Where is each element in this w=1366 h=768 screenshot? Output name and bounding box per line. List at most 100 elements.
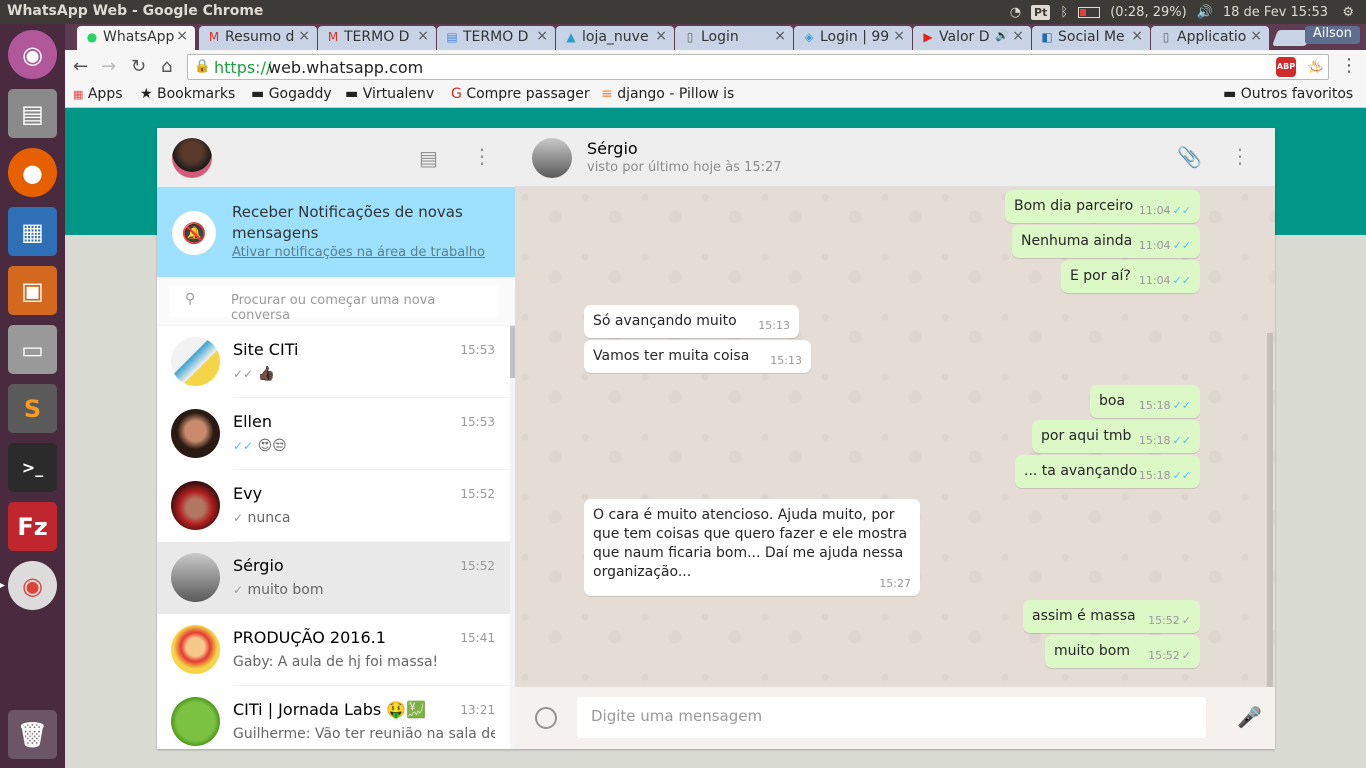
message-incoming[interactable]: Vamos ter muita coisa 15:13 <box>584 340 811 373</box>
close-icon[interactable]: × <box>655 28 667 44</box>
conversation-header[interactable]: Sérgio visto por último hoje às 15:27 📎 … <box>515 128 1275 187</box>
back-icon[interactable]: ← <box>73 56 88 77</box>
bookmark-apps[interactable]: ▦ Apps <box>73 86 123 102</box>
gear-icon[interactable]: ⚙ <box>1342 5 1354 20</box>
tab-docs[interactable]: ▤ TERMO D × <box>437 26 555 50</box>
forward-icon[interactable]: → <box>101 56 116 77</box>
home-icon[interactable]: ⌂ <box>161 56 172 77</box>
emoji-icon[interactable] <box>535 707 557 729</box>
message-outgoing[interactable]: boa 15:18 ✓✓ <box>1090 385 1200 418</box>
tab-gmail[interactable]: M Resumo d × <box>199 26 317 50</box>
chat-item[interactable]: Evy 15:52 ✓ nunca <box>157 470 510 542</box>
tab-image[interactable]: ▲ loja_nuve × <box>556 26 674 50</box>
tab-label: Applicatio <box>1177 29 1247 45</box>
bookmark-django-pillow[interactable]: ≡ django - Pillow is <box>601 86 734 102</box>
read-ticks-icon: ✓✓ <box>1172 204 1191 217</box>
firefox-icon[interactable]: ● <box>8 148 57 197</box>
tab-whatsapp[interactable]: ● WhatsApp × <box>77 26 195 50</box>
chat-item-selected[interactable]: Sérgio 15:52 ✓ muito bom <box>157 542 510 614</box>
battery-icon[interactable] <box>1078 6 1101 18</box>
message-incoming[interactable]: Só avançando muito 15:13 <box>584 305 799 338</box>
url-host: web.whatsapp.com <box>268 58 424 77</box>
whatsapp-icon: ● <box>86 30 98 44</box>
search-input[interactable]: ⚲ Procurar ou começar uma nova conversa <box>169 285 498 323</box>
search-icon: ⚲ <box>185 291 196 307</box>
enable-notifications-link[interactable]: Ativar notificações na área de trabalho <box>232 245 485 260</box>
close-icon[interactable]: × <box>536 28 548 44</box>
trash-icon[interactable]: 🗑 <box>8 710 57 759</box>
extension-fire-icon[interactable]: ♨ <box>1309 56 1324 76</box>
message-meta: 15:18 ✓✓ <box>1139 466 1191 485</box>
tab-login[interactable]: ▯ Login × <box>675 26 793 50</box>
close-icon[interactable]: × <box>1012 28 1024 44</box>
terminal-icon[interactable]: >_ <box>8 443 57 492</box>
tab-gmail[interactable]: M TERMO D × <box>318 26 436 50</box>
menu-icon[interactable]: ⋮ <box>1230 144 1250 168</box>
message-incoming[interactable]: O cara é muito atencioso. Ajuda muito, p… <box>584 499 920 596</box>
message-list-scrollbar[interactable] <box>1267 333 1273 687</box>
bluetooth-icon[interactable]: ᛒ <box>1060 5 1068 20</box>
adblock-icon[interactable]: ABP <box>1276 57 1296 77</box>
browser-toolbar: ← → ↻ ⌂ 🔒 https:// web.whatsapp.com ☆ AB… <box>65 50 1366 84</box>
close-icon[interactable]: × <box>1131 28 1143 44</box>
bookmark-bookmarks[interactable]: ★ Bookmarks <box>140 86 235 102</box>
keyboard-layout-indicator[interactable]: Pt <box>1031 4 1051 20</box>
message-outgoing[interactable]: ... ta avançando 15:18 ✓✓ <box>1015 455 1200 488</box>
tab-label: TERMO D <box>463 29 529 45</box>
ubuntu-dash-icon[interactable]: ◉ <box>8 30 57 79</box>
chat-item[interactable]: Ellen 15:53 ✓✓ 😍😒 <box>157 398 510 470</box>
bookmark-label: django - Pillow is <box>617 86 735 102</box>
wifi-icon[interactable]: ◔ <box>1010 5 1021 20</box>
message-text: E por aí? <box>1070 268 1131 284</box>
files-icon[interactable]: ▤ <box>8 89 57 138</box>
bookmark-other[interactable]: ▬ Outros favoritos <box>1223 86 1353 102</box>
sublime-text-icon[interactable]: S <box>8 384 57 433</box>
microphone-icon[interactable]: 🎤 <box>1237 705 1262 729</box>
notification-banner[interactable]: 🔕 Receber Notificações de novas mensagen… <box>157 187 515 277</box>
message-time: 15:52 <box>1148 614 1180 627</box>
message-outgoing[interactable]: E por aí? 11:04 ✓✓ <box>1061 260 1200 293</box>
close-icon[interactable]: × <box>298 28 310 44</box>
attach-icon[interactable]: 📎 <box>1177 145 1202 169</box>
impress-icon[interactable]: ▣ <box>8 266 57 315</box>
chat-item[interactable]: Site CITi 15:53 ✓✓ 👍🏿 <box>157 326 510 398</box>
chat-item[interactable]: CITi | Jornada Labs 🤑💹 13:21 Guilherme: … <box>157 686 510 749</box>
message-outgoing[interactable]: por aqui tmb 15:18 ✓✓ <box>1032 420 1200 453</box>
bookmark-label: Gogaddy <box>268 86 332 102</box>
volume-icon[interactable]: 🔊 <box>1197 5 1213 20</box>
chrome-menu-icon[interactable]: ⋮ <box>1340 55 1358 76</box>
message-input[interactable]: Digite uma mensagem <box>577 697 1206 738</box>
address-bar[interactable]: 🔒 https:// web.whatsapp.com ☆ <box>187 54 1329 80</box>
bookmark-compre-passagem[interactable]: G Compre passager <box>451 86 590 102</box>
avatar[interactable] <box>532 138 572 178</box>
close-icon[interactable]: × <box>176 28 188 44</box>
disk-icon[interactable]: ▭ <box>8 325 57 374</box>
bookmark-virtualenv[interactable]: ▬ Virtualenv <box>345 86 434 102</box>
message-outgoing[interactable]: Bom dia parceiro 11:04 ✓✓ <box>1005 190 1200 223</box>
close-icon[interactable]: × <box>893 28 905 44</box>
tab-login-99[interactable]: ◈ Login | 99 × <box>794 26 912 50</box>
menu-icon[interactable]: ⋮ <box>472 144 492 168</box>
close-icon[interactable]: × <box>1250 28 1262 44</box>
clock[interactable]: 18 de Fev 15:53 <box>1223 5 1328 20</box>
browser-tab-strip: ● WhatsApp × M Resumo d × M TERMO D × ▤ … <box>65 24 1366 50</box>
reload-icon[interactable]: ↻ <box>131 56 146 77</box>
tab-youtube[interactable]: ▶ Valor D 🔊 × <box>913 26 1031 50</box>
message-text: Só avançando muito <box>593 313 737 329</box>
message-outgoing[interactable]: Nenhuma ainda 11:04 ✓✓ <box>1012 225 1200 258</box>
filezilla-icon[interactable]: Fz <box>8 502 57 551</box>
avatar[interactable] <box>172 138 212 178</box>
tab-social[interactable]: ◧ Social Me × <box>1032 26 1150 50</box>
profile-button[interactable]: Ailson <box>1304 26 1360 44</box>
tab-application[interactable]: ▯ Applicatio × <box>1151 26 1269 50</box>
writer-icon[interactable]: ▦ <box>8 207 57 256</box>
close-icon[interactable]: × <box>417 28 429 44</box>
bookmark-gogaddy[interactable]: ▬ Gogaddy <box>251 86 332 102</box>
chat-item[interactable]: PRODUÇÃO 2016.1 15:41 Gaby: A aula de hj… <box>157 614 510 686</box>
message-outgoing[interactable]: muito bom 15:52 ✓ <box>1045 635 1200 668</box>
new-chat-icon[interactable]: ▤ <box>419 146 438 170</box>
chrome-icon[interactable]: ◉ <box>8 561 57 610</box>
message-outgoing[interactable]: assim é massa 15:52 ✓ <box>1023 600 1200 633</box>
profile-header: ▤ ⋮ <box>157 128 515 187</box>
close-icon[interactable]: × <box>774 28 786 44</box>
